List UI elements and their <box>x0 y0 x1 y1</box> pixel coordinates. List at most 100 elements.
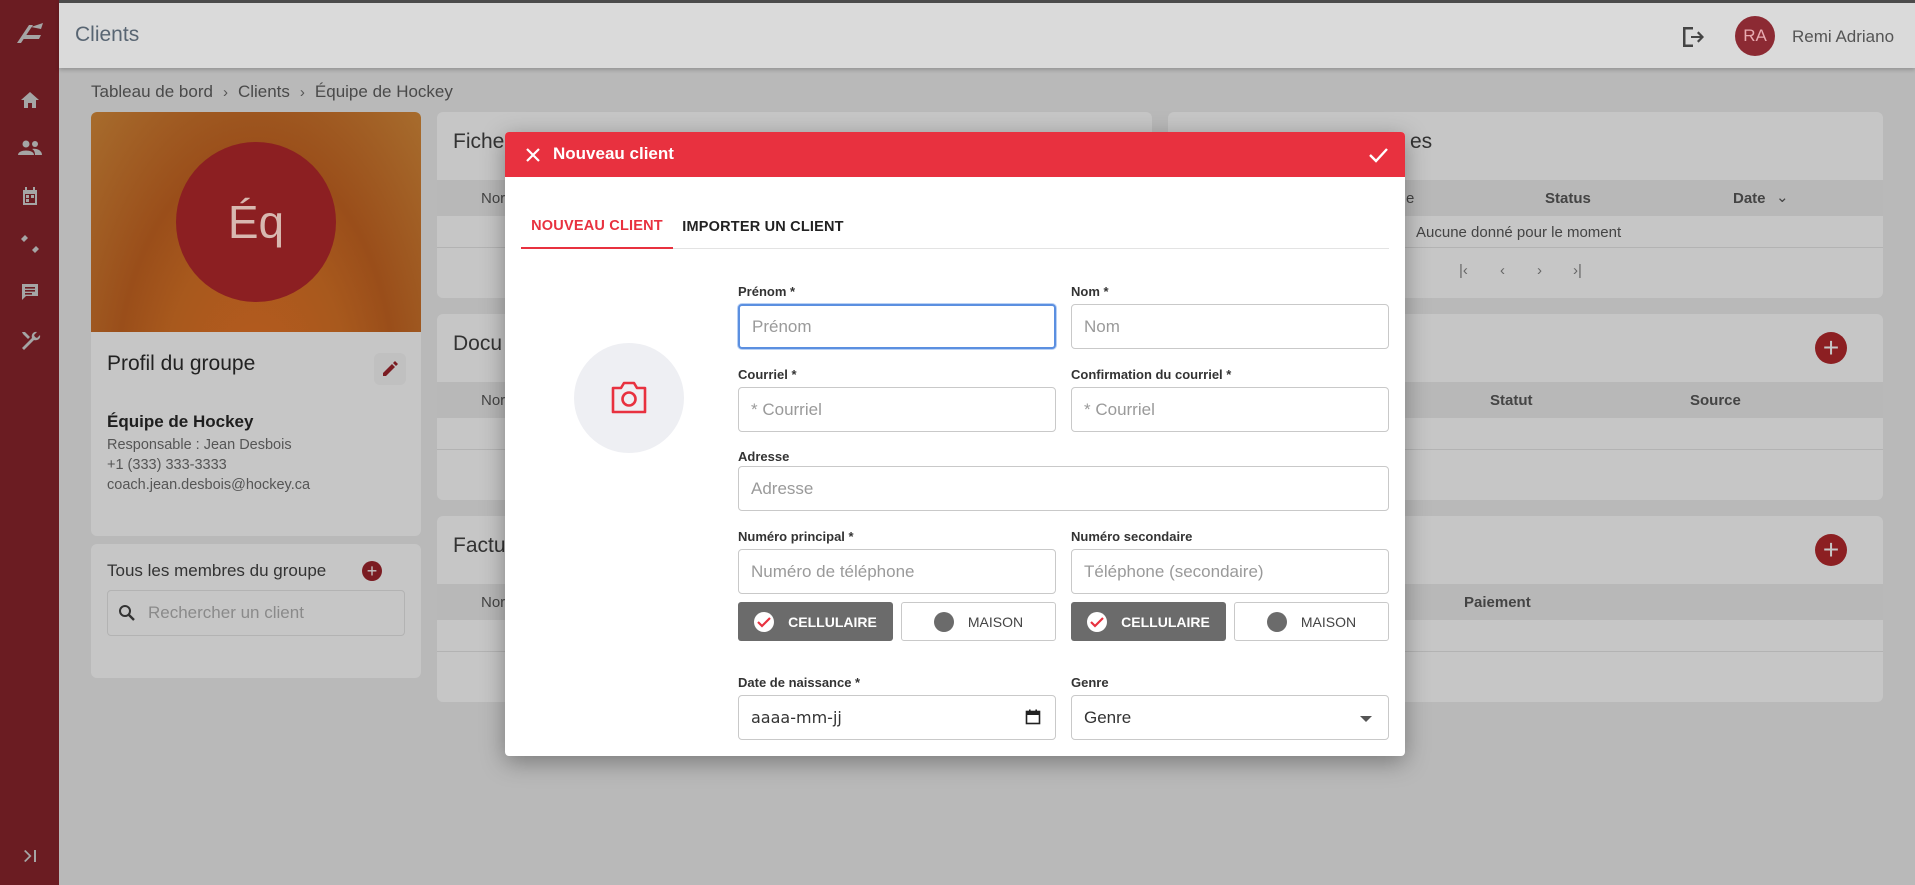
profile-banner: Éq <box>91 112 421 332</box>
phone-secondary-mobile-toggle[interactable]: CELLULAIRE <box>1071 602 1226 641</box>
documents-title: Docu <box>453 332 503 355</box>
sidebar-item-calendar[interactable] <box>0 176 59 216</box>
toggle-label: MAISON <box>1300 613 1357 630</box>
search-placeholder: Rechercher un client <box>148 603 304 622</box>
address-placeholder: Adresse <box>751 478 814 498</box>
phone-main-label: Numéro principal * <box>738 529 854 544</box>
toggle-label: MAISON <box>967 613 1024 630</box>
avatar[interactable]: RA <box>1735 16 1775 56</box>
toggle-label: CELLULAIRE <box>1121 613 1210 630</box>
profile-card: Éq Profil du groupe Équipe de Hockey Res… <box>91 112 421 536</box>
exercise-icon <box>20 235 39 253</box>
birthdate-input[interactable]: aaaa-mm-jj <box>738 695 1056 740</box>
member-search-input[interactable]: Rechercher un client <box>107 590 405 636</box>
invoices-title: Factu <box>453 534 506 557</box>
close-dialog-button[interactable] <box>522 144 544 166</box>
group-phone: +1 (333) 333-3333 <box>107 457 227 473</box>
radio-dot-icon <box>933 611 954 632</box>
invoices-col-payment: Paiement <box>1464 594 1531 611</box>
first-name-placeholder: Prénom <box>752 316 812 336</box>
gender-value: Genre <box>1084 707 1132 727</box>
email-placeholder: * Courriel <box>751 399 822 419</box>
invoices-col-name: Nor <box>481 594 506 611</box>
prev-page-icon[interactable]: ‹ <box>1500 262 1505 279</box>
group-email: coach.jean.desbois@hockey.ca <box>107 477 311 493</box>
tab-new-client[interactable]: NOUVEAU CLIENT <box>521 204 673 249</box>
expand-icon <box>23 850 36 862</box>
group-name: Équipe de Hockey <box>107 412 254 431</box>
edit-profile-button[interactable] <box>374 353 406 385</box>
dialog-header: Nouveau client <box>505 132 1405 177</box>
appointments-col-status[interactable]: Status <box>1545 190 1591 207</box>
sidebar <box>0 0 59 885</box>
phone-main-mobile-toggle[interactable]: CELLULAIRE <box>738 602 893 641</box>
gender-select[interactable]: Genre <box>1071 695 1389 740</box>
last-name-label: Nom * <box>1071 284 1109 299</box>
first-page-icon[interactable]: |‹ <box>1459 262 1468 279</box>
sort-down-icon[interactable]: ⌄ <box>1776 188 1789 206</box>
first-name-input[interactable]: Prénom <box>738 304 1056 349</box>
appointments-col-partial: e <box>1406 190 1415 207</box>
last-page-icon[interactable]: ›| <box>1573 262 1582 279</box>
first-name-label: Prénom * <box>738 284 796 299</box>
group-responsible: Responsable : Jean Desbois <box>107 437 292 453</box>
birthdate-label: Date de naissance * <box>738 675 861 690</box>
breadcrumb-clients[interactable]: Clients <box>238 82 290 102</box>
phone-secondary-label: Numéro secondaire <box>1071 529 1193 544</box>
breadcrumb-current: Équipe de Hockey <box>314 82 453 101</box>
dropdown-arrow-icon <box>1360 716 1372 722</box>
sidebar-expand[interactable] <box>0 836 59 876</box>
sidebar-item-home[interactable] <box>0 80 59 120</box>
add-document-button[interactable]: + <box>1815 332 1847 364</box>
fiche-title: Fiche <box>453 130 505 153</box>
sidebar-item-clients[interactable] <box>0 128 59 168</box>
sidebar-item-tools[interactable] <box>0 320 59 360</box>
last-name-placeholder: Nom <box>1084 316 1120 336</box>
sidebar-item-exercises[interactable] <box>0 224 59 264</box>
chevron-right-icon: › <box>222 83 228 101</box>
photo-upload-button[interactable] <box>574 343 684 453</box>
tab-import-client[interactable]: IMPORTER UN CLIENT <box>673 204 853 249</box>
add-invoice-button[interactable]: + <box>1815 534 1847 566</box>
phone-secondary-home-toggle[interactable]: MAISON <box>1234 602 1389 641</box>
phone-secondary-placeholder: Téléphone (secondaire) <box>1084 561 1264 581</box>
edit-icon <box>383 361 398 376</box>
phone-main-home-toggle[interactable]: MAISON <box>901 602 1056 641</box>
last-name-input[interactable]: Nom <box>1071 304 1389 349</box>
email-confirm-input[interactable]: * Courriel <box>1071 387 1389 432</box>
fiche-col-name: Nor <box>481 190 506 207</box>
logout-icon <box>1683 27 1704 47</box>
phone-main-placeholder: Numéro de téléphone <box>751 561 915 581</box>
radio-dot-icon <box>1266 611 1287 632</box>
user-name[interactable]: Remi Adriano <box>1792 27 1894 47</box>
logo-icon[interactable] <box>0 0 59 66</box>
search-icon <box>119 605 135 621</box>
members-card: Tous les membres du groupe + Rechercher … <box>91 544 421 678</box>
add-member-button[interactable]: + <box>362 561 382 581</box>
sidebar-item-messages[interactable] <box>0 272 59 312</box>
appointments-col-date[interactable]: Date <box>1733 190 1766 207</box>
people-icon <box>17 140 42 155</box>
calendar-input-icon[interactable] <box>1025 709 1041 725</box>
new-client-dialog: Nouveau client NOUVEAU CLIENT IMPORTER U… <box>505 132 1405 756</box>
confirm-dialog-button[interactable] <box>1366 143 1390 167</box>
address-input[interactable]: Adresse <box>738 466 1389 511</box>
dialog-title: Nouveau client <box>553 144 674 163</box>
email-confirm-placeholder: * Courriel <box>1084 399 1155 419</box>
phone-secondary-input[interactable]: Téléphone (secondaire) <box>1071 549 1389 594</box>
logout-button[interactable] <box>1680 24 1706 50</box>
address-label: Adresse <box>738 449 790 464</box>
chevron-right-icon: › <box>299 83 305 101</box>
profile-avatar: Éq <box>176 142 336 302</box>
toggle-label: CELLULAIRE <box>788 613 877 630</box>
phone-main-input[interactable]: Numéro de téléphone <box>738 549 1056 594</box>
breadcrumb-dashboard[interactable]: Tableau de bord <box>91 82 213 102</box>
birthdate-placeholder: aaaa-mm-jj <box>751 708 842 727</box>
calendar-icon <box>22 187 37 205</box>
documents-col-name: Nor <box>481 392 506 409</box>
profile-section-title: Profil du groupe <box>107 352 256 375</box>
check-circle-icon <box>1087 611 1108 632</box>
email-input[interactable]: * Courriel <box>738 387 1056 432</box>
next-page-icon[interactable]: › <box>1537 262 1542 279</box>
documents-col-source: Source <box>1690 392 1741 409</box>
